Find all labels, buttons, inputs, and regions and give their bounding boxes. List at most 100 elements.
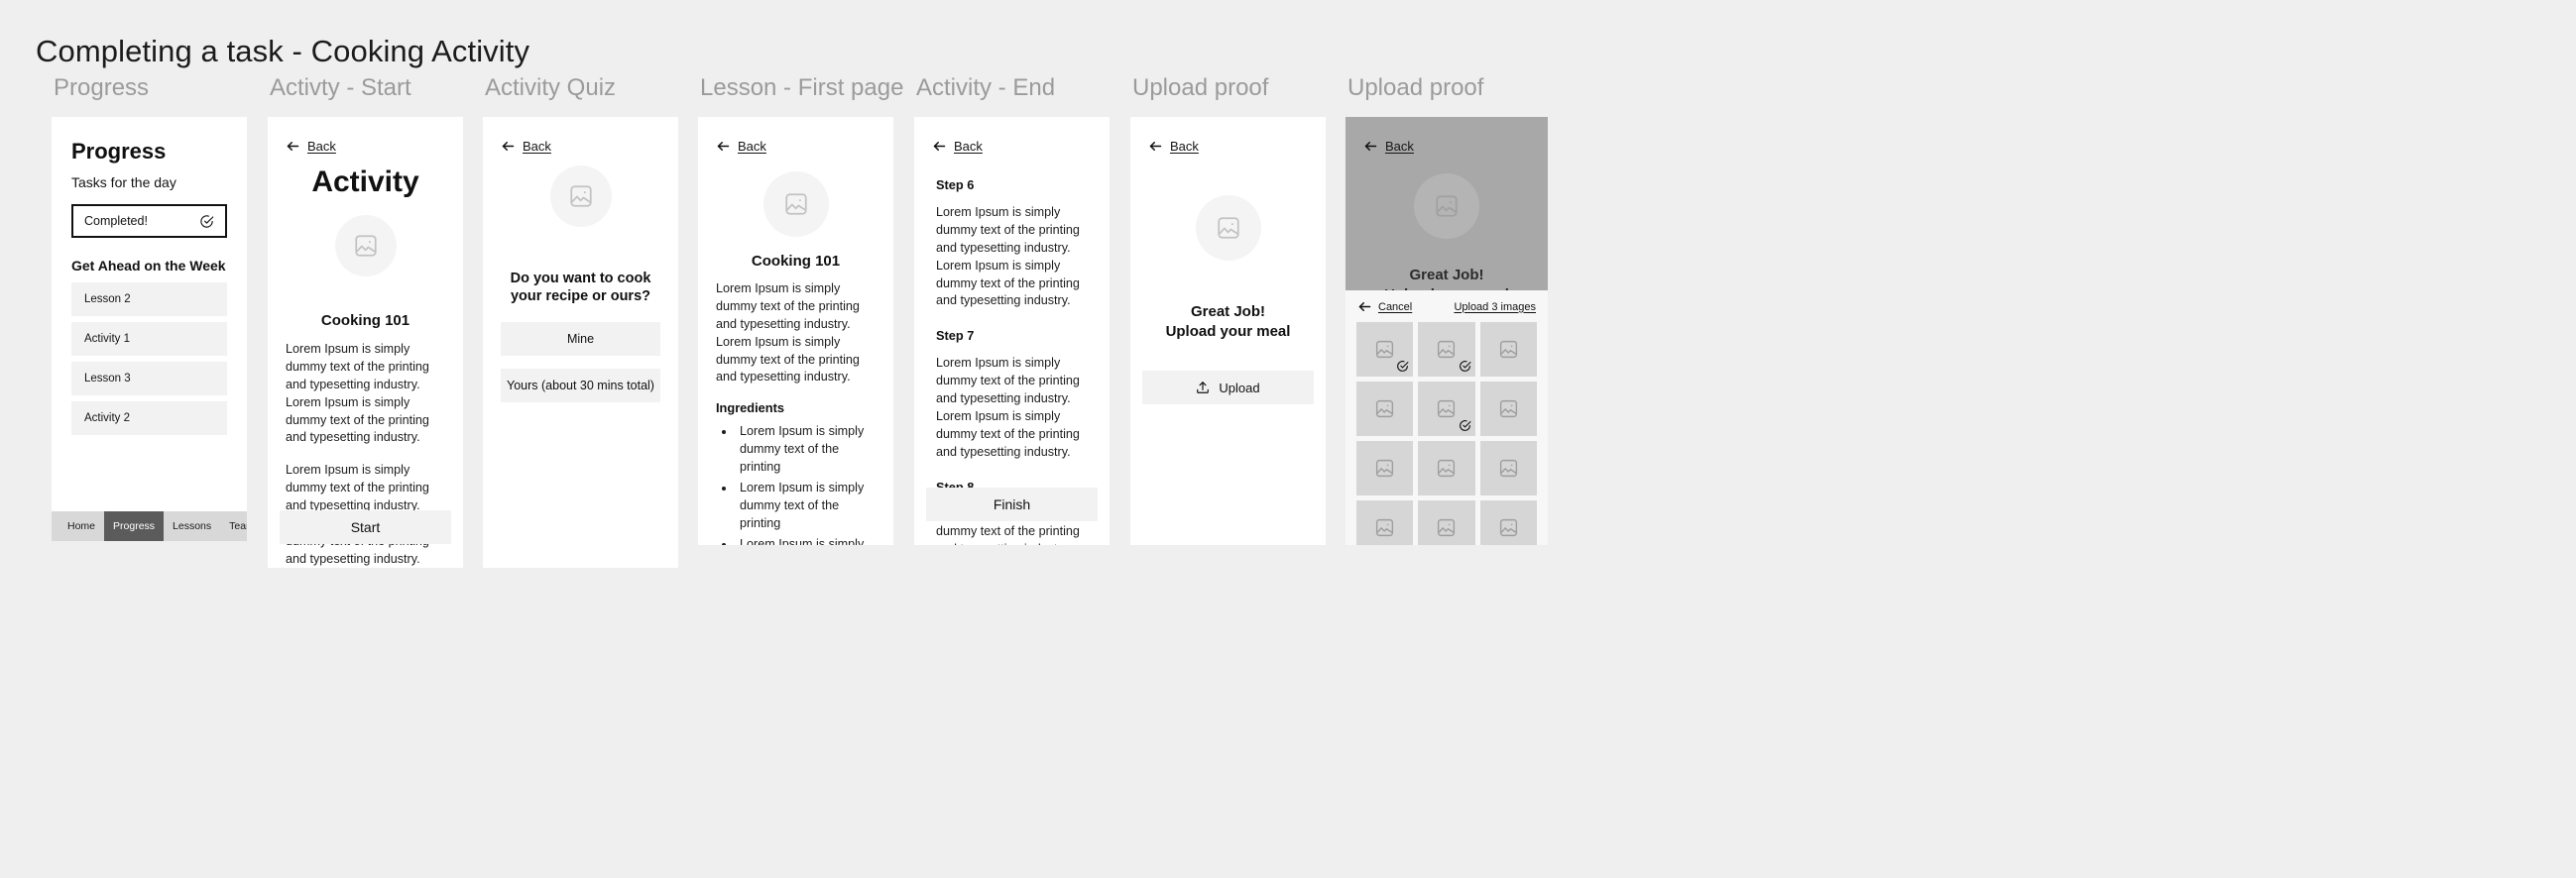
thumbnail-item[interactable]: [1479, 322, 1537, 377]
image-placeholder-icon: [1376, 518, 1394, 537]
dimmed-background: Back Great Job! Upload your meal: [1346, 117, 1548, 290]
back-button[interactable]: Back: [1346, 117, 1548, 154]
back-arrow-icon: [1149, 142, 1162, 151]
screen-lesson-first-page: Back Cooking 101 Lorem Ipsum is simply d…: [698, 117, 893, 545]
activity-paragraph-1: Lorem Ipsum is simply dummy text of the …: [286, 342, 429, 445]
cancel-button[interactable]: Cancel: [1357, 299, 1412, 314]
bullet-item: Lorem Ipsum is simply dummy text of the …: [736, 480, 876, 533]
tab-lessons[interactable]: Lessons: [164, 511, 220, 541]
check-circle-icon: [1397, 361, 1409, 372]
upload-heading-line2: Upload your meal: [1165, 322, 1291, 340]
screen-upload-proof: Back Great Job! Upload your meal Upload: [1130, 117, 1326, 545]
lesson-intro: Lorem Ipsum is simply dummy text of the …: [716, 281, 860, 384]
list-item-label: Activity 2: [84, 412, 131, 424]
back-arrow-icon: [1364, 142, 1377, 151]
thumbnail-item[interactable]: [1479, 441, 1537, 495]
upload-images-button[interactable]: Upload 3 images: [1454, 301, 1536, 313]
thumbnail-item[interactable]: [1479, 500, 1537, 545]
list-item[interactable]: Lesson 2: [71, 282, 227, 316]
thumbnail-item[interactable]: [1418, 441, 1475, 495]
back-label: Back: [307, 139, 336, 154]
list-item[interactable]: Activity 2: [71, 401, 227, 435]
image-placeholder: [549, 165, 612, 227]
image-placeholder-icon: [1438, 399, 1456, 418]
start-button[interactable]: Start: [280, 510, 451, 544]
image-placeholder: [1195, 195, 1261, 261]
list-item-label: Activity 1: [84, 333, 131, 345]
upload-heading-line1: Great Job!: [1409, 267, 1484, 283]
image-placeholder-icon: [1217, 217, 1239, 239]
screen-activity-quiz: Back Do you want to cook your recipe or …: [483, 117, 678, 568]
image-placeholder-icon: [1499, 340, 1517, 359]
quiz-question: Do you want to cook your recipe or ours?: [510, 271, 651, 304]
image-placeholder-icon: [1499, 518, 1517, 537]
thumbnail-item[interactable]: [1418, 322, 1475, 377]
tab-home[interactable]: Home: [59, 511, 104, 541]
image-placeholder-icon: [1438, 340, 1456, 359]
upcoming-task-list: Lesson 2 Activity 1 Lesson 3 Activity 2: [71, 282, 227, 435]
frame-label-activity-end: Activity - End: [916, 74, 1056, 101]
cancel-label: Cancel: [1378, 300, 1413, 313]
frame-label-activity-start: Activty - Start: [270, 74, 411, 101]
upload-heading: Great Job! Upload your meal: [1130, 302, 1326, 341]
frame-label-upload-proof: Upload proof: [1132, 74, 1269, 101]
activity-subtitle: Cooking 101: [320, 312, 410, 329]
back-button[interactable]: Back: [1130, 117, 1326, 154]
back-button[interactable]: Back: [483, 117, 678, 154]
progress-heading: Progress: [71, 139, 167, 164]
list-item[interactable]: Activity 1: [71, 322, 227, 356]
image-placeholder-icon: [1376, 340, 1394, 359]
screen-upload-picker: Back Great Job! Upload your meal: [1346, 117, 1548, 545]
frame-label-activity-quiz: Activity Quiz: [485, 74, 617, 101]
check-circle-icon: [200, 214, 214, 228]
frame-label-progress: Progress: [54, 74, 150, 101]
ingredients-heading: Ingredients: [716, 400, 784, 416]
quiz-option-yours[interactable]: Yours (about 30 mins total): [501, 368, 660, 402]
thumbnail-item[interactable]: [1356, 382, 1414, 436]
back-label: Back: [954, 139, 983, 154]
back-label: Back: [1170, 139, 1199, 154]
progress-subheading: Tasks for the day: [71, 174, 176, 190]
image-thumbnail-grid: [1346, 322, 1548, 545]
back-button[interactable]: Back: [914, 117, 1110, 154]
thumbnail-item[interactable]: [1356, 322, 1414, 377]
image-placeholder-icon: [1438, 518, 1456, 537]
frame-label-lesson: Lesson - First page: [700, 74, 904, 101]
back-arrow-icon: [502, 142, 515, 151]
image-placeholder-icon: [1436, 195, 1458, 217]
list-item[interactable]: Lesson 3: [71, 362, 227, 395]
thumbnail-item[interactable]: [1418, 382, 1475, 436]
thumbnail-item[interactable]: [1418, 500, 1475, 545]
bottom-tabbar: Home Progress Lessons Team More: [52, 511, 247, 541]
tab-team[interactable]: Team: [220, 511, 247, 541]
back-button[interactable]: Back: [698, 117, 893, 154]
back-label: Back: [1385, 139, 1414, 154]
upload-icon: [1197, 382, 1210, 393]
completed-task-card[interactable]: Completed!: [71, 204, 227, 238]
thumbnail-item[interactable]: [1356, 441, 1414, 495]
upload-button[interactable]: Upload: [1142, 371, 1314, 404]
quiz-option-mine[interactable]: Mine: [501, 321, 660, 356]
image-placeholder-icon: [1376, 399, 1394, 418]
image-placeholder-icon: [1499, 399, 1517, 418]
thumbnail-item[interactable]: [1356, 500, 1414, 545]
image-placeholder-icon: [784, 193, 807, 215]
tab-progress[interactable]: Progress: [104, 511, 165, 541]
back-arrow-icon: [933, 142, 946, 151]
bullet-item: Lorem Ipsum is simply dummy text of the …: [736, 423, 876, 477]
ingredients-list: Lorem Ipsum is simply dummy text of the …: [736, 423, 876, 545]
finish-button[interactable]: Finish: [926, 488, 1098, 521]
check-circle-icon: [1459, 361, 1471, 372]
thumbnail-item[interactable]: [1479, 382, 1537, 436]
screen-activity-end: Back Step 6 Lorem Ipsum is simply dummy …: [914, 117, 1110, 545]
back-arrow-icon: [1358, 302, 1371, 311]
list-item-label: Lesson 2: [84, 293, 131, 305]
frame-label-upload-picker: Upload proof: [1347, 74, 1484, 101]
upload-heading-line1: Great Job!: [1190, 303, 1265, 320]
bullet-item: Lorem Ipsum is simply dummy text of the …: [736, 536, 876, 546]
back-arrow-icon: [287, 142, 299, 151]
activity-title: Activity: [311, 165, 419, 198]
back-label: Back: [738, 139, 766, 154]
back-button[interactable]: Back: [268, 117, 463, 154]
image-placeholder: [762, 171, 829, 237]
